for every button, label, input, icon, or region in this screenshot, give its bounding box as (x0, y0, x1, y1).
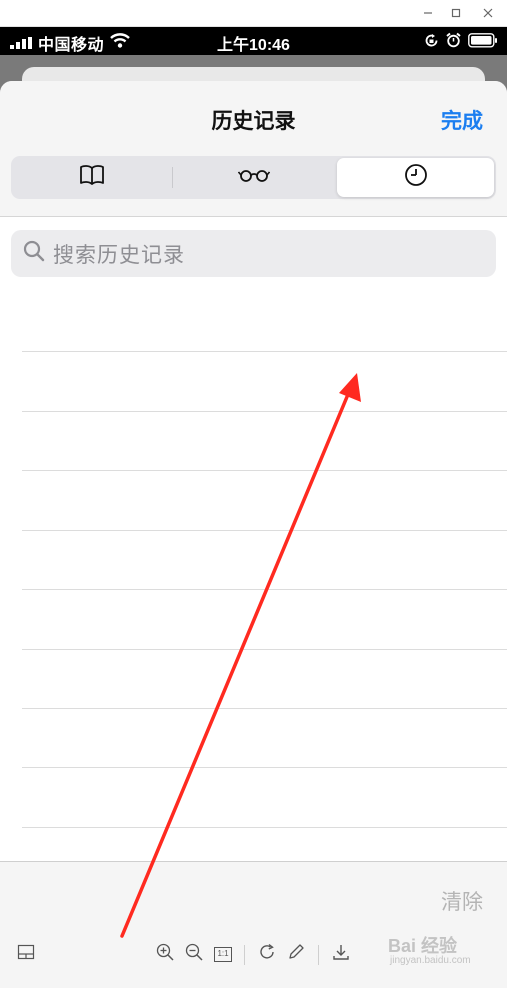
download-button[interactable] (330, 943, 352, 965)
book-icon (79, 164, 105, 191)
clear-button[interactable]: 清除 (441, 886, 483, 916)
maximize-icon (451, 8, 461, 18)
list-separator (22, 767, 507, 768)
download-icon (332, 943, 350, 966)
alarm-icon (446, 32, 461, 53)
close-button[interactable] (477, 4, 499, 22)
zoom-in-icon (156, 943, 174, 966)
segmented-control (11, 156, 496, 199)
search-input[interactable]: 搜索历史记录 (11, 230, 496, 277)
list-separator (22, 530, 507, 531)
sheet-header: 历史记录 完成 (0, 81, 507, 216)
rotate-icon (258, 943, 276, 966)
edit-icon (287, 943, 305, 966)
zoom-out-icon (185, 943, 203, 966)
close-icon (483, 8, 493, 18)
carrier-label: 中国移动 (38, 37, 105, 54)
zoom-out-button[interactable] (183, 943, 205, 965)
battery-icon (468, 33, 498, 53)
page-title: 历史记录 (211, 110, 296, 133)
history-sheet: 历史记录 完成 搜索历史记录 清除 (0, 81, 507, 988)
done-button[interactable]: 完成 (441, 105, 483, 135)
edit-button[interactable] (285, 943, 307, 965)
tab-reading-list[interactable] (175, 158, 333, 197)
viewer-toolbar: 1:1 (0, 935, 507, 975)
zoom-in-button[interactable] (154, 943, 176, 965)
viewer-title-bar (0, 0, 507, 27)
tab-bookmarks[interactable] (13, 158, 171, 197)
tab-history[interactable] (337, 158, 494, 197)
clock-icon (404, 163, 428, 192)
list-separator (22, 649, 507, 650)
status-bar: 中国移动 上午10:46 (0, 27, 507, 55)
rotate-button[interactable] (256, 943, 278, 965)
actual-size-icon: 1:1 (214, 946, 232, 962)
glasses-icon (237, 168, 271, 187)
list-separator (22, 411, 507, 412)
list-separator (22, 589, 507, 590)
layout-icon (17, 944, 35, 965)
list-separator (22, 470, 507, 471)
search-icon (23, 240, 45, 267)
actual-size-button[interactable]: 1:1 (212, 943, 234, 965)
rotation-lock-icon (424, 33, 439, 53)
list-separator (22, 708, 507, 709)
layout-button[interactable] (15, 943, 37, 965)
maximize-button[interactable] (445, 4, 467, 22)
segment-divider (172, 167, 173, 188)
toolbar-separator (318, 945, 319, 965)
list-separator (22, 827, 507, 828)
toolbar-separator (244, 945, 245, 965)
wifi-icon (110, 33, 130, 53)
history-list: 搜索历史记录 (0, 216, 507, 861)
list-separator (22, 351, 507, 352)
minimize-icon (423, 8, 433, 18)
minimize-button[interactable] (417, 4, 439, 22)
search-placeholder: 搜索历史记录 (53, 243, 185, 267)
signal-icon (10, 36, 34, 54)
